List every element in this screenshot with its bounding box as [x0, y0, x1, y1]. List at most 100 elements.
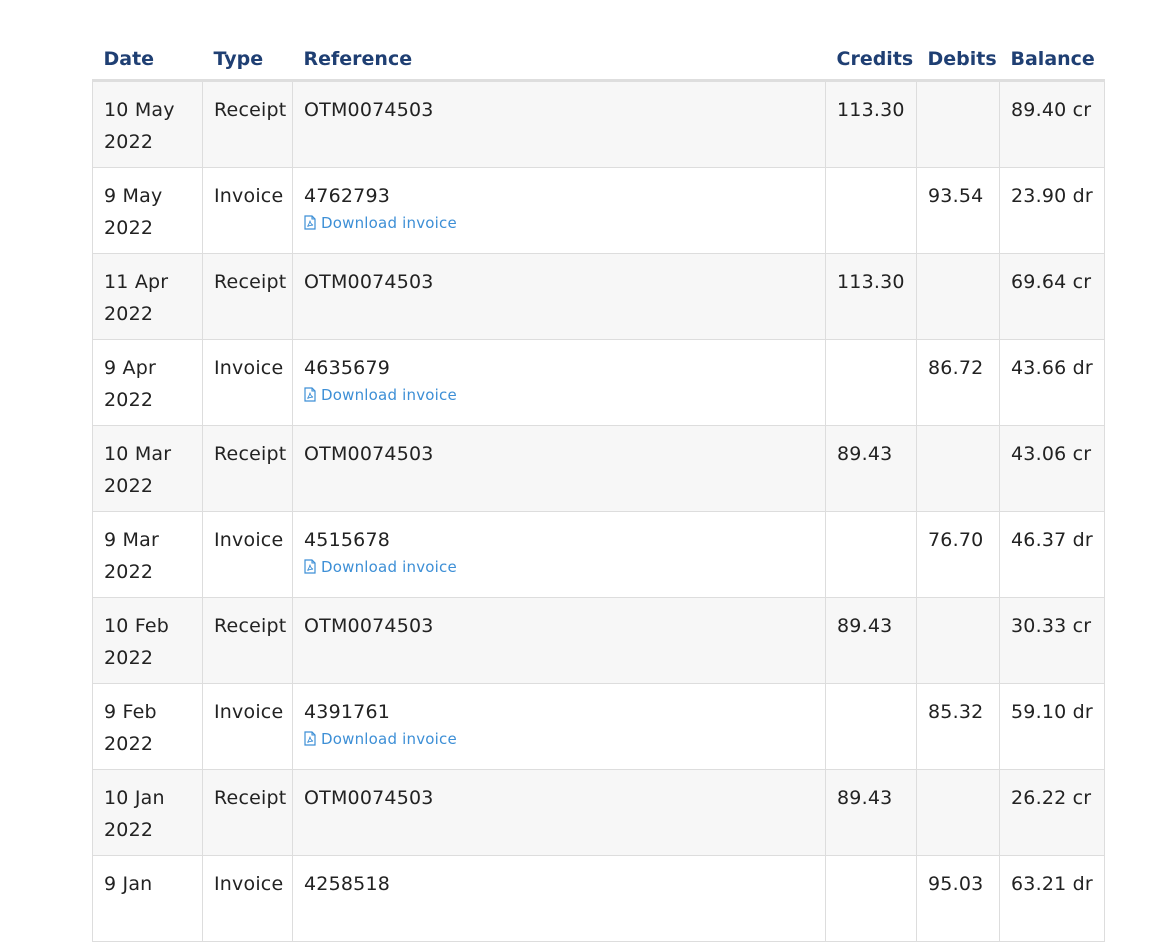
- balance-value: 26.22 cr: [1011, 787, 1092, 809]
- cell-type: Invoice: [202, 855, 293, 942]
- cell-date: 11 Apr 2022: [92, 253, 203, 340]
- type-value: Invoice: [214, 873, 284, 895]
- header-date: Date: [92, 40, 203, 82]
- cell-credits: [825, 683, 917, 770]
- cell-balance: 46.37 dr: [999, 511, 1105, 598]
- cell-credits: 89.43: [825, 769, 917, 856]
- pdf-file-icon: [304, 387, 316, 402]
- credits-value: 113.30: [837, 271, 905, 293]
- header-debits: Debits: [916, 40, 1000, 82]
- cell-balance: 43.66 dr: [999, 339, 1105, 426]
- cell-reference: OTM0074503: [292, 80, 826, 168]
- cell-credits: 113.30: [825, 253, 917, 340]
- balance-value: 43.66 dr: [1011, 357, 1093, 379]
- cell-balance: 23.90 dr: [999, 167, 1105, 254]
- cell-balance: 69.64 cr: [999, 253, 1105, 340]
- cell-reference: OTM0074503: [292, 253, 826, 340]
- table-row: 9 May 2022 Invoice 4762793 Download invoice…: [92, 167, 1105, 254]
- cell-date: 10 Feb 2022: [92, 597, 203, 684]
- cell-type: Receipt: [202, 769, 293, 856]
- cell-credits: 89.43: [825, 597, 917, 684]
- header-credits: Credits: [825, 40, 917, 82]
- debits-value: 95.03: [928, 873, 984, 895]
- reference-value: 4258518: [304, 873, 391, 895]
- type-value: Invoice: [214, 529, 284, 551]
- balance-value: 59.10 dr: [1011, 701, 1093, 723]
- download-invoice-link[interactable]: Download invoice: [304, 386, 815, 404]
- cell-reference: 4391761 Download invoice: [292, 683, 826, 770]
- cell-balance: 63.21 dr: [999, 855, 1105, 942]
- download-invoice-link[interactable]: Download invoice: [304, 558, 815, 576]
- date-value: 9 Apr 2022: [104, 357, 156, 411]
- date-value: 9 May 2022: [104, 185, 163, 239]
- cell-credits: [825, 511, 917, 598]
- table-body: 10 May 2022 Receipt OTM0074503 113.30 89.40 …: [92, 80, 1105, 942]
- cell-reference: OTM0074503: [292, 425, 826, 512]
- cell-debits: [916, 80, 1000, 168]
- download-invoice-label: Download invoice: [321, 214, 457, 232]
- cell-debits: 95.03: [916, 855, 1000, 942]
- type-value: Receipt: [214, 99, 287, 121]
- cell-reference: 4515678 Download invoice: [292, 511, 826, 598]
- balance-value: 69.64 cr: [1011, 271, 1092, 293]
- cell-date: 9 Jan: [92, 855, 203, 942]
- cell-credits: [825, 339, 917, 426]
- date-value: 10 Jan 2022: [104, 787, 165, 841]
- cell-credits: [825, 855, 917, 942]
- pdf-file-icon: [304, 215, 316, 230]
- table-row: 10 May 2022 Receipt OTM0074503 113.30 89.40 …: [92, 80, 1105, 168]
- type-value: Receipt: [214, 443, 287, 465]
- cell-date: 9 Mar 2022: [92, 511, 203, 598]
- debits-value: 86.72: [928, 357, 984, 379]
- statement-container: Date Type Reference Credits Debits Balan…: [92, 40, 1105, 942]
- cell-reference: 4258518: [292, 855, 826, 942]
- reference-value: 4515678: [304, 529, 391, 551]
- type-value: Invoice: [214, 185, 284, 207]
- table-row: 9 Apr 2022 Invoice 4635679 Download invoice…: [92, 339, 1105, 426]
- reference-value: OTM0074503: [304, 615, 434, 637]
- download-invoice-label: Download invoice: [321, 386, 457, 404]
- reference-value: OTM0074503: [304, 271, 434, 293]
- cell-balance: 59.10 dr: [999, 683, 1105, 770]
- cell-reference: OTM0074503: [292, 597, 826, 684]
- debits-value: 93.54: [928, 185, 984, 207]
- transactions-table: Date Type Reference Credits Debits Balan…: [92, 40, 1105, 942]
- cell-debits: 85.32: [916, 683, 1000, 770]
- cell-reference: OTM0074503: [292, 769, 826, 856]
- download-invoice-label: Download invoice: [321, 558, 457, 576]
- credits-value: 113.30: [837, 99, 905, 121]
- balance-value: 46.37 dr: [1011, 529, 1093, 551]
- cell-debits: [916, 253, 1000, 340]
- header-balance: Balance: [999, 40, 1105, 82]
- cell-balance: 43.06 cr: [999, 425, 1105, 512]
- type-value: Receipt: [214, 787, 287, 809]
- credits-value: 89.43: [837, 443, 893, 465]
- table-row: 9 Feb 2022 Invoice 4391761 Download invoice…: [92, 683, 1105, 770]
- cell-date: 9 May 2022: [92, 167, 203, 254]
- cell-type: Receipt: [202, 425, 293, 512]
- cell-date: 9 Apr 2022: [92, 339, 203, 426]
- header-reference: Reference: [292, 40, 826, 82]
- reference-value: OTM0074503: [304, 443, 434, 465]
- download-invoice-label: Download invoice: [321, 730, 457, 748]
- date-value: 10 Feb 2022: [104, 615, 170, 669]
- pdf-file-icon: [304, 559, 316, 574]
- table-row: 9 Jan Invoice 4258518 95.03 63.21 dr: [92, 855, 1105, 942]
- download-invoice-link[interactable]: Download invoice: [304, 214, 815, 232]
- table-header-row: Date Type Reference Credits Debits Balan…: [92, 40, 1105, 82]
- cell-date: 10 Jan 2022: [92, 769, 203, 856]
- date-value: 10 Mar 2022: [104, 443, 172, 497]
- type-value: Receipt: [214, 271, 287, 293]
- date-value: 10 May 2022: [104, 99, 175, 153]
- date-value: 9 Feb 2022: [104, 701, 157, 755]
- credits-value: 89.43: [837, 615, 893, 637]
- reference-value: OTM0074503: [304, 99, 434, 121]
- credits-value: 89.43: [837, 787, 893, 809]
- reference-value: 4635679: [304, 357, 391, 379]
- cell-balance: 30.33 cr: [999, 597, 1105, 684]
- type-value: Receipt: [214, 615, 287, 637]
- debits-value: 85.32: [928, 701, 984, 723]
- download-invoice-link[interactable]: Download invoice: [304, 730, 815, 748]
- cell-type: Receipt: [202, 597, 293, 684]
- cell-type: Invoice: [202, 511, 293, 598]
